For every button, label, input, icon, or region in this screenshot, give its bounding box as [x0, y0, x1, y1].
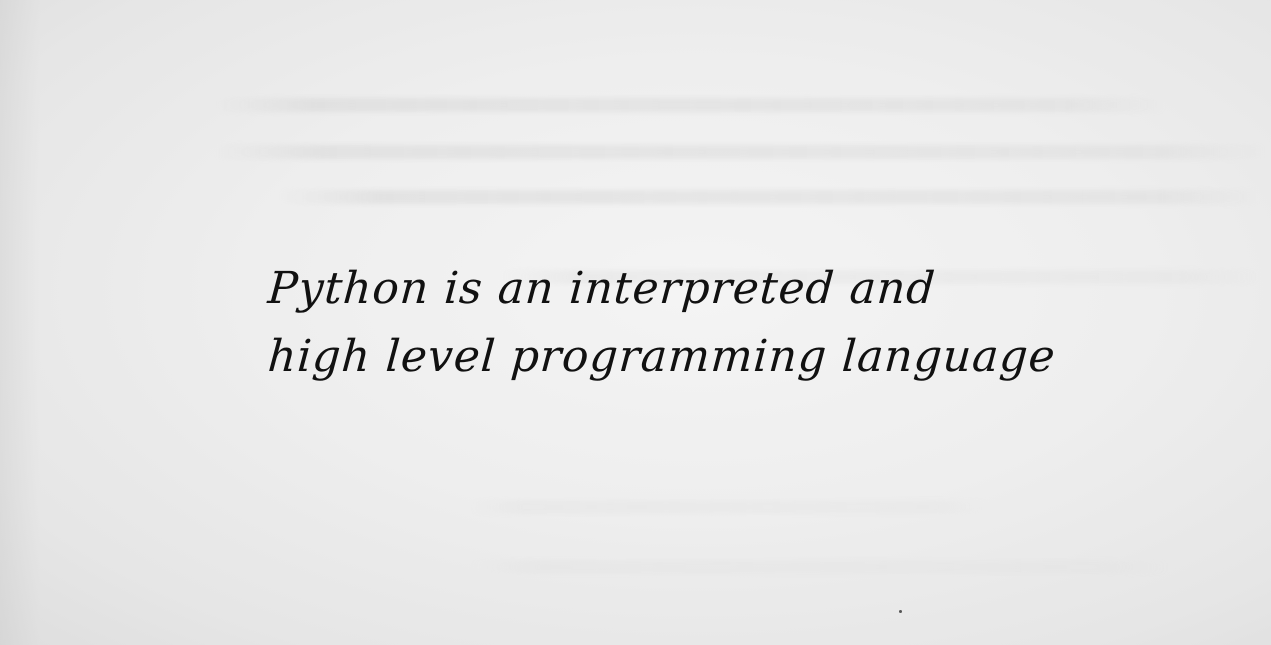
paper-sheet: Python is an interpreted and high level … — [0, 0, 1271, 645]
ink-speck — [899, 610, 902, 613]
bleed-through-text — [215, 98, 1165, 112]
handwritten-note: Python is an interpreted and high level … — [266, 255, 1058, 391]
handwritten-line: Python is an interpreted and — [266, 263, 938, 314]
bleed-through-text — [280, 190, 1260, 204]
handwritten-line: high level programming language — [266, 331, 1058, 382]
bleed-through-text — [215, 145, 1265, 159]
bleed-through-text — [470, 500, 990, 514]
paper-edge-shadow — [0, 0, 40, 645]
bleed-through-text — [470, 560, 1170, 574]
